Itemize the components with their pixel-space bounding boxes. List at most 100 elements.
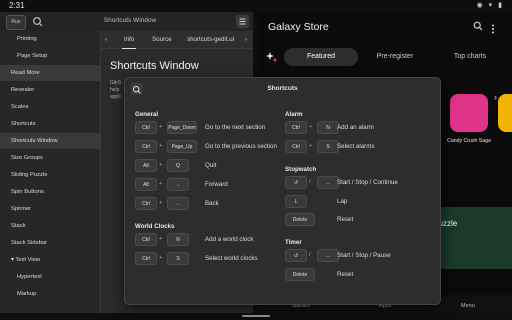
keycap: ← [167,197,189,210]
search-icon[interactable] [473,21,483,33]
keycap: S [317,140,339,153]
sidebar-item[interactable]: Stack [0,218,100,234]
keycap: Ctrl [135,140,157,153]
keycap: Ctrl [135,252,157,265]
shortcut-description: Start / Stop / Pause [337,252,391,259]
shortcut-description: Forward [205,181,228,188]
app-name: Candy Crush Saga [447,138,491,144]
sidebar-item[interactable]: Spin Buttons [0,184,100,200]
sidebar-item[interactable]: Stack Sidebar [0,235,100,251]
key-separator: + [159,124,163,130]
dialog-title: Shortcuts [267,85,298,92]
shortcut-description: Reset [337,216,354,223]
sidebar-item[interactable]: Hypertext [0,269,100,285]
sidebar-item[interactable]: Revealer [0,82,100,98]
shortcuts-dialog: Shortcuts General Ctrl + Page_Down Go to the… [124,77,441,305]
window-title: Shortcuts Window [103,17,157,24]
section-title-alarm: Alarm [285,111,303,118]
store-title: Galaxy Store [268,21,329,33]
keycap: Ctrl [135,197,157,210]
app-icon-partial[interactable] [498,94,512,132]
key-separator: + [159,181,163,187]
shortcut-description: Select world clocks [205,255,258,262]
keycap: … [317,249,339,262]
keycap: Page_Down [167,121,197,134]
shortcut-description: Lap [337,197,348,205]
search-icon[interactable] [31,15,45,28]
tab-top-charts[interactable]: Top charts [438,48,502,66]
section-title-stopwatch: Stopwatch [285,166,317,173]
keycap: Alt [135,178,157,191]
keycap: Page_Up [167,140,197,153]
keycap: Alt [135,159,157,172]
key-separator: / [309,179,311,185]
section-title-timer: Timer [285,239,302,246]
shortcut-description: Start / Stop / Continue [337,179,398,186]
status-icons: ◉ ▾ ▮ [476,2,504,9]
keycap: Ctrl [285,140,307,153]
sidebar-item[interactable]: Spinner [0,201,100,217]
key-separator: + [309,124,313,130]
shortcut-description: Reset [337,270,354,278]
keycap: Delete [285,267,315,281]
key-separator: + [159,200,163,206]
tab-back-icon[interactable]: ‹ [105,31,107,48]
content-title: Shortcuts Window [110,60,199,72]
shortcut-description: Add an alarm [337,124,374,131]
sidebar-item[interactable]: Shortcuts [0,116,100,132]
sidebar-item[interactable]: Read More [0,65,100,81]
shortcut-description: Go to the previous section [205,143,277,150]
tab-featured[interactable]: Featured [284,48,358,66]
keycap: Delete [285,213,315,226]
key-separator: / [309,252,311,258]
keycap: N [317,121,339,134]
keycap: Q [167,159,189,172]
keycap: ↺ [285,176,307,189]
status-time: 2:31 [9,1,25,10]
key-separator: + [159,143,163,149]
sidebar-item[interactable]: Page Setup [0,48,100,64]
scroll-right-icon[interactable]: › [494,92,497,102]
keycap: ↺ [285,249,307,262]
app-icon-candy-crush[interactable] [450,94,488,132]
app-name: Ga [495,138,512,145]
sidebar-item[interactable]: Size Groups [0,150,100,166]
keycap: → [167,178,189,191]
keycap: Ctrl [135,233,157,246]
keycap: Ctrl [285,121,307,134]
tab-info[interactable]: Info [122,31,137,49]
sidebar-item[interactable]: Scales [0,99,100,115]
promo-sparkle-icon[interactable] [266,50,278,68]
sidebar-item[interactable]: ▾ Text View [0,252,100,268]
section-title-world-clocks: World Clocks [135,223,175,230]
hamburger-menu-icon[interactable] [236,15,249,28]
keycap: Ctrl [135,121,157,134]
nav-menu[interactable]: Menu [461,303,475,309]
sidebar-item[interactable]: Shortcuts Window [0,133,100,149]
keycap: … [317,176,339,189]
key-separator: + [159,162,163,168]
sidebar-item[interactable]: Markup [0,286,100,302]
keycap: L [285,194,307,208]
more-options-icon[interactable] [490,21,496,39]
shortcut-description: Back [205,200,219,207]
sidebar-item[interactable]: Printing [0,31,100,47]
tab-ui-file[interactable]: shortcuts-gedit.ui [187,31,234,48]
tab-forward-icon[interactable]: › [245,31,247,48]
shortcut-description: Add a world clock [205,236,254,243]
key-separator: + [159,255,163,261]
shortcut-description: Quit [205,162,217,169]
section-title-general: General [135,111,159,118]
sidebar-item[interactable]: Sliding Puzzle [0,167,100,183]
gesture-handle[interactable] [242,315,270,317]
tab-pre-register[interactable]: Pre-register [365,48,425,66]
demo-sidebar: Printing Page Setup Read More Revealer Scale… [0,31,101,313]
run-button[interactable]: Run [6,15,26,30]
status-bar [0,0,512,12]
keycap: N [167,233,189,246]
shortcut-description: Go to the next section [205,124,266,131]
tab-source[interactable]: Source [152,31,172,48]
shortcut-description: Select alarms [337,143,375,150]
tab-bar: ‹ Info Source shortcuts-gedit.ui › [101,31,253,49]
key-separator: + [159,236,163,242]
